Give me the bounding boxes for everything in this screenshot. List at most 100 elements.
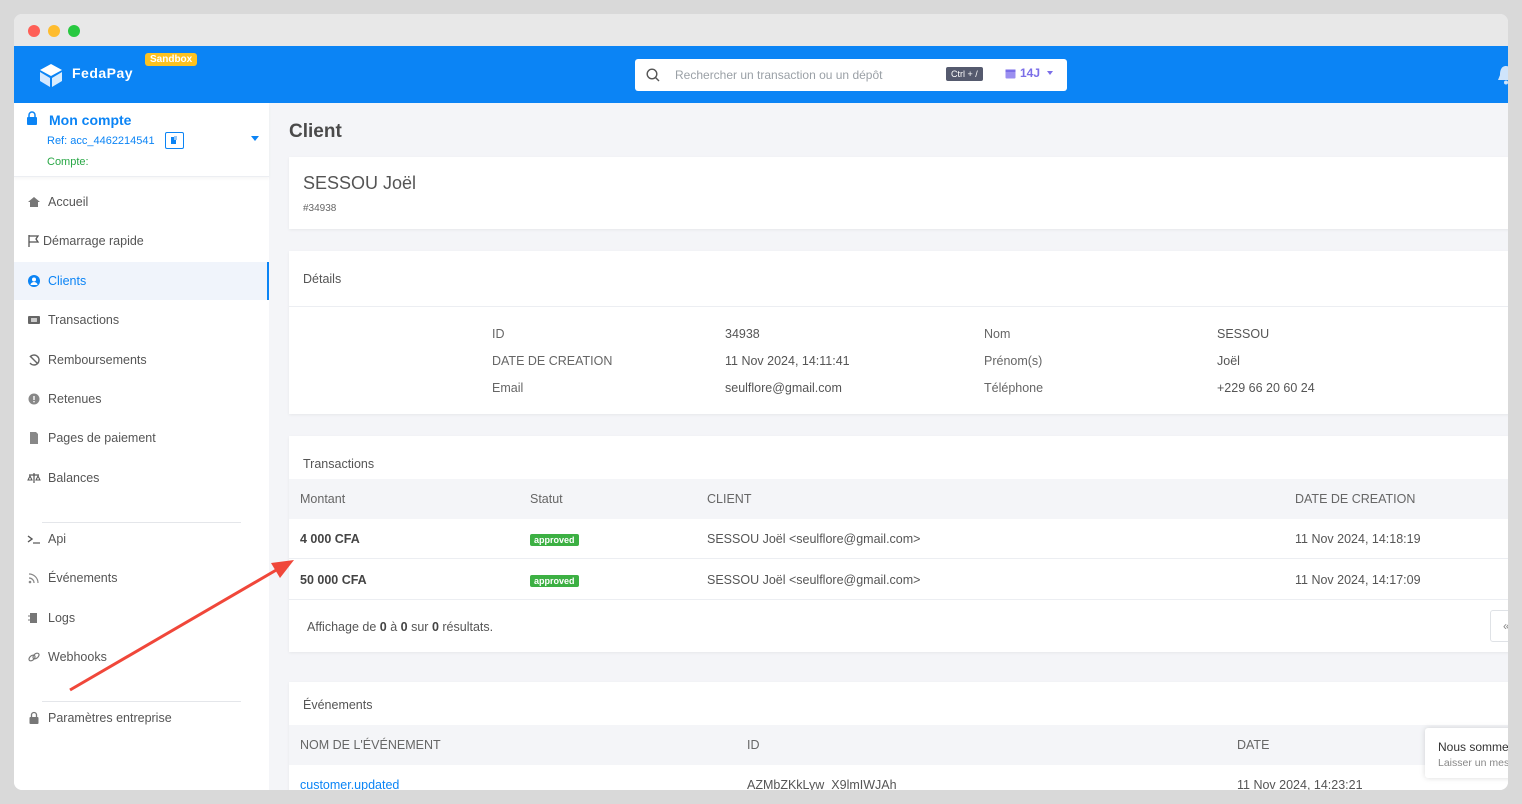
pager-total: 0 — [431, 620, 439, 634]
sidebar-item-transactions[interactable]: Transactions — [14, 301, 269, 339]
sidebar-item-evenements[interactable]: Événements — [14, 559, 269, 597]
events-card: Événements NOM DE L'ÉVÉNEMENT ID DATE cu… — [289, 682, 1508, 790]
transactions-table-header: Montant Statut CLIENT DATE DE CREATION — [289, 479, 1508, 519]
main-content: Client SESSOU Joël #34938 Détails ID 349… — [269, 103, 1508, 790]
chat-title: Nous sommes — [1438, 740, 1508, 754]
pager-from: 0 — [379, 620, 387, 634]
transactions-heading: Transactions — [303, 457, 375, 471]
event-date: 11 Nov 2024, 14:23:21 — [1237, 778, 1363, 790]
table-row[interactable]: 50 000 CFA approved SESSOU Joël <seulflo… — [289, 560, 1508, 600]
search-shortcut-hint: Ctrl + / — [946, 67, 983, 81]
brand-name[interactable]: FedaPay — [72, 65, 133, 81]
user-circle-icon — [28, 275, 40, 287]
pagination-summary: Affichage de 0 à 0 sur 0 résultats. — [307, 620, 493, 634]
sidebar-item-retenues[interactable]: Retenues — [14, 380, 269, 418]
close-window-button[interactable] — [28, 25, 40, 37]
account-switcher[interactable]: Mon compte Ref: acc_4462214541 Compte: — [14, 103, 269, 177]
transaction-client: SESSOU Joël <seulflore@gmail.com> — [707, 573, 921, 587]
column-event-id[interactable]: ID — [747, 738, 760, 752]
column-montant[interactable]: Montant — [300, 492, 345, 506]
previous-page-button[interactable]: « — [1490, 610, 1508, 642]
detail-nom-value: SESSOU — [1217, 327, 1270, 341]
chat-widget[interactable]: Nous sommes Laisser un message — [1425, 728, 1508, 778]
sidebar-item-pages-paiement[interactable]: Pages de paiement — [14, 419, 269, 457]
sidebar-item-label: Paramètres entreprise — [48, 711, 172, 725]
account-compte-label: Compte: — [47, 156, 89, 168]
chevron-down-icon[interactable] — [251, 136, 259, 141]
detail-tel-value: +229 66 20 60 24 — [1217, 381, 1315, 395]
column-event-date[interactable]: DATE — [1237, 738, 1269, 752]
flag-icon — [28, 235, 40, 247]
maximize-window-button[interactable] — [68, 25, 80, 37]
sidebar-item-label: Remboursements — [48, 353, 147, 367]
table-row[interactable]: 4 000 CFA approved SESSOU Joël <seulflor… — [289, 519, 1508, 559]
event-name-link[interactable]: customer.updated — [300, 778, 399, 790]
page-icon — [30, 432, 38, 444]
detail-tel-label: Téléphone — [984, 381, 1044, 395]
sidebar-item-label: Api — [48, 532, 67, 546]
pager-suffix: résultats. — [442, 620, 494, 634]
pagination: Affichage de 0 à 0 sur 0 résultats. « — [289, 600, 1508, 652]
details-card: Détails ID 34938 DATE DE CREATION 11 Nov… — [289, 251, 1508, 414]
lock-icon — [27, 111, 37, 125]
sidebar: Mon compte Ref: acc_4462214541 Compte: A… — [14, 103, 269, 790]
account-title: Mon compte — [49, 112, 132, 128]
column-client[interactable]: CLIENT — [707, 492, 751, 506]
column-date[interactable]: DATE DE CREATION — [1295, 492, 1415, 506]
page-title: Client — [289, 121, 342, 142]
event-id: AZMbZKkLyw_X9lmIWJAh — [747, 778, 897, 790]
client-header-card: SESSOU Joël #34938 — [289, 157, 1508, 229]
sidebar-item-logs[interactable]: Logs — [14, 599, 269, 637]
sidebar-item-label: Retenues — [48, 392, 102, 406]
events-table-header: NOM DE L'ÉVÉNEMENT ID DATE — [289, 725, 1508, 765]
sidebar-item-label: Accueil — [48, 195, 89, 209]
sidebar-item-clients[interactable]: Clients — [14, 262, 269, 300]
transaction-amount: 4 000 CFA — [300, 532, 360, 546]
calendar-icon — [1005, 69, 1016, 78]
sandbox-badge: Sandbox — [145, 53, 198, 66]
sidebar-item-label: Démarrage rapide — [43, 234, 144, 248]
account-ref: Ref: acc_4462214541 — [47, 135, 155, 147]
sidebar-item-label: Transactions — [48, 313, 120, 327]
logo-icon[interactable] — [36, 62, 66, 88]
logs-icon — [28, 613, 37, 623]
table-row[interactable]: customer.updated AZMbZKkLyw_X9lmIWJAh 11… — [289, 765, 1508, 790]
detail-date-label: DATE DE CREATION — [492, 354, 613, 368]
card-icon — [28, 316, 40, 324]
bell-icon[interactable] — [1496, 64, 1508, 86]
sidebar-item-balances[interactable]: Balances — [14, 459, 269, 497]
detail-email-value: seulflore@gmail.com — [725, 381, 842, 395]
detail-email-label: Email — [492, 381, 524, 395]
copy-icon[interactable] — [165, 132, 184, 149]
refund-icon — [29, 354, 40, 366]
sidebar-item-demarrage[interactable]: Démarrage rapide — [14, 222, 269, 260]
detail-prenom-value: Joël — [1217, 354, 1240, 368]
detail-date-value: 11 Nov 2024, 14:11:41 — [725, 354, 850, 368]
terminal-icon — [27, 535, 40, 544]
search-bar: Ctrl + / 14J — [635, 59, 1067, 91]
card-divider — [289, 306, 1508, 307]
column-statut[interactable]: Statut — [530, 492, 563, 506]
search-input[interactable] — [675, 66, 935, 84]
sidebar-item-api[interactable]: Api — [14, 520, 269, 558]
sidebar-item-label: Logs — [48, 611, 76, 625]
sidebar-item-parametres[interactable]: Paramètres entreprise — [14, 699, 269, 737]
events-heading: Événements — [303, 698, 373, 712]
balance-icon — [27, 473, 41, 483]
minimize-window-button[interactable] — [48, 25, 60, 37]
sidebar-item-remboursements[interactable]: Remboursements — [14, 341, 269, 379]
period-selector[interactable]: 14J — [1005, 66, 1054, 80]
status-badge: approved — [530, 575, 579, 587]
transaction-amount: 50 000 CFA — [300, 573, 367, 587]
transaction-client: SESSOU Joël <seulflore@gmail.com> — [707, 532, 921, 546]
sidebar-item-webhooks[interactable]: Webhooks — [14, 638, 269, 676]
pager-to: 0 — [400, 620, 408, 634]
sidebar-item-label: Webhooks — [48, 650, 107, 664]
chat-subtitle: Laisser un message — [1438, 757, 1508, 769]
column-event-name[interactable]: NOM DE L'ÉVÉNEMENT — [300, 738, 441, 752]
sidebar-item-accueil[interactable]: Accueil — [14, 183, 269, 221]
lock-icon — [29, 711, 39, 724]
details-heading: Détails — [303, 272, 342, 286]
transactions-card: Transactions Montant Statut CLIENT DATE … — [289, 436, 1508, 652]
sidebar-item-label: Clients — [48, 274, 87, 288]
